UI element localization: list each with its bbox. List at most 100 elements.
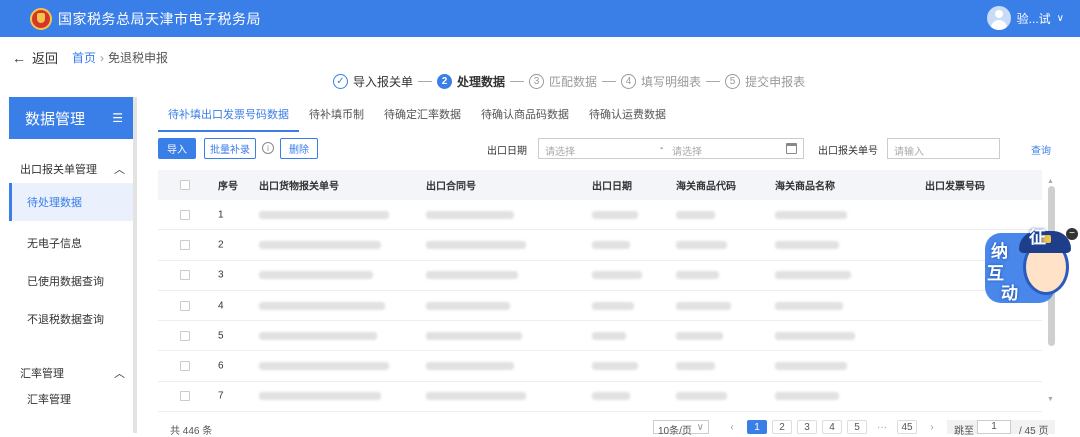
row-checkbox[interactable]: [180, 270, 190, 281]
date-start-input[interactable]: 请选择: [545, 143, 575, 158]
redacted-cell: [592, 240, 630, 249]
sidebar-item-rate-manage[interactable]: 汇率管理: [9, 389, 133, 409]
redacted-cell: [775, 240, 839, 249]
step-1: ✓ 导入报关单: [333, 73, 413, 90]
tab-pending-code[interactable]: 待确认商品码数据: [471, 100, 579, 132]
redacted-cell: [775, 210, 847, 219]
page-2-button[interactable]: 2: [772, 420, 792, 434]
redacted-cell: [426, 392, 526, 401]
table-row[interactable]: 3: [158, 261, 1042, 291]
tab-bar: 待补填出口发票号码数据 待补填币制 待确定汇率数据 待确认商品码数据 待确认运费…: [158, 100, 676, 132]
chevron-down-icon: ∨: [696, 422, 704, 433]
row-index: 7: [218, 390, 224, 402]
interaction-mascot-widget[interactable]: 征 纳 互 动: [985, 225, 1075, 305]
redacted-cell: [775, 362, 847, 371]
table-row[interactable]: 4: [158, 291, 1042, 322]
redacted-cell: [592, 392, 630, 401]
tax-emblem-icon: [30, 7, 52, 30]
scroll-down-icon[interactable]: ▼: [1047, 396, 1054, 403]
jump-input[interactable]: 1: [977, 420, 1011, 434]
table-row[interactable]: 7: [158, 382, 1042, 413]
page-jump: 跳至 1 / 45 页: [947, 420, 1055, 437]
redacted-cell: [426, 301, 510, 310]
col-header: 出口合同号: [426, 181, 476, 193]
redacted-cell: [592, 210, 638, 219]
step-number: 4: [621, 74, 637, 89]
import-button[interactable]: 导入: [158, 138, 196, 159]
tab-pending-rate[interactable]: 待确定汇率数据: [374, 100, 471, 132]
table-body: 1 2 3 4 5 6 7: [158, 200, 1042, 413]
row-index: 6: [218, 360, 224, 372]
row-checkbox[interactable]: [180, 209, 190, 220]
page-size-select[interactable]: 10条/页 ∨: [653, 420, 709, 437]
redacted-cell: [676, 362, 715, 371]
step-number: 5: [725, 74, 741, 89]
avatar: [986, 6, 1011, 30]
redacted-cell: [775, 392, 839, 401]
tab-pending-currency[interactable]: 待补填币制: [299, 100, 374, 132]
redacted-cell: [259, 362, 389, 371]
next-page-button[interactable]: ›: [922, 420, 942, 434]
user-menu[interactable]: 验...试 ∨: [986, 6, 1064, 30]
calendar-icon[interactable]: [786, 143, 797, 154]
redacted-cell: [592, 271, 642, 280]
back-button[interactable]: 返回: [32, 48, 58, 67]
row-checkbox[interactable]: [180, 361, 190, 372]
query-button[interactable]: 查询: [1031, 142, 1051, 157]
breadcrumb-home[interactable]: 首页: [72, 49, 96, 66]
redacted-cell: [259, 331, 377, 340]
sidebar-group-label: 出口报关单管理: [20, 164, 97, 176]
sidebar-group-label: 汇率管理: [20, 368, 64, 380]
select-all-checkbox[interactable]: [180, 180, 190, 190]
sidebar-group-rate[interactable]: 汇率管理 ︿: [9, 363, 133, 383]
back-arrow-icon[interactable]: ←: [12, 50, 26, 66]
col-header: 海关商品名称: [775, 181, 835, 193]
page-4-button[interactable]: 4: [822, 420, 842, 434]
data-table: 序号 出口货物报关单号 出口合同号 出口日期 海关商品代码 海关商品名称 出口发…: [158, 170, 1042, 413]
table-row[interactable]: 5: [158, 321, 1042, 352]
tab-pending-freight[interactable]: 待确认运费数据: [579, 100, 676, 132]
batch-entry-button[interactable]: 批量补录: [204, 138, 256, 159]
row-checkbox[interactable]: [180, 300, 190, 311]
row-index: 4: [218, 300, 224, 312]
table-row[interactable]: 2: [158, 230, 1042, 261]
redacted-cell: [259, 210, 389, 219]
page-3-button[interactable]: 3: [797, 420, 817, 434]
scroll-up-icon[interactable]: ▲: [1047, 178, 1054, 185]
page-5-button[interactable]: 5: [847, 420, 867, 434]
last-page-button[interactable]: 45: [897, 420, 917, 434]
toolbar: 导入 批量补录 i 删除 出口日期 请选择 - 请选择 出口报关单号 请输入 查…: [158, 138, 1058, 160]
date-range-picker[interactable]: 请选择 - 请选择: [538, 138, 804, 159]
row-checkbox[interactable]: [180, 391, 190, 402]
delete-button[interactable]: 删除: [280, 138, 318, 159]
mascot-char: 动: [1001, 284, 1018, 303]
menu-icon[interactable]: ☰: [112, 111, 123, 125]
customs-no-input[interactable]: 请输入: [887, 138, 1000, 159]
table-row[interactable]: 6: [158, 351, 1042, 382]
sidebar-item-used-query[interactable]: 已使用数据查询: [9, 271, 133, 291]
chevron-up-icon: ︿: [114, 368, 125, 380]
page-1-button[interactable]: 1: [747, 420, 767, 434]
sidebar-item-no-e-info[interactable]: 无电子信息: [9, 233, 133, 253]
tab-pending-invoice[interactable]: 待补填出口发票号码数据: [158, 100, 299, 132]
info-icon[interactable]: i: [262, 142, 274, 154]
date-end-input[interactable]: 请选择: [672, 143, 702, 158]
row-checkbox[interactable]: [180, 239, 190, 250]
breadcrumb-separator: ›: [100, 50, 105, 65]
step-indicator: ✓ 导入报关单 2 处理数据 3 匹配数据 4 填写明细表 5 提交申报表: [333, 73, 805, 90]
prev-page-button[interactable]: ‹: [722, 420, 742, 434]
redacted-cell: [426, 240, 526, 249]
step-connector: [706, 81, 721, 82]
page-ellipsis[interactable]: ···: [872, 420, 892, 434]
sidebar-item-pending[interactable]: 待处理数据: [9, 183, 133, 221]
col-header: 序号: [218, 181, 238, 193]
step-connector: [510, 81, 525, 82]
sidebar-group-customs[interactable]: 出口报关单管理 ︿: [9, 159, 133, 179]
redacted-cell: [775, 331, 855, 340]
sidebar-item-no-refund-query[interactable]: 不退税数据查询: [9, 309, 133, 329]
table-row[interactable]: 1: [158, 200, 1042, 231]
col-header: 出口日期: [592, 181, 632, 193]
chevron-up-icon: ︿: [114, 164, 125, 176]
minimize-icon[interactable]: −: [1066, 228, 1078, 240]
row-checkbox[interactable]: [180, 330, 190, 341]
